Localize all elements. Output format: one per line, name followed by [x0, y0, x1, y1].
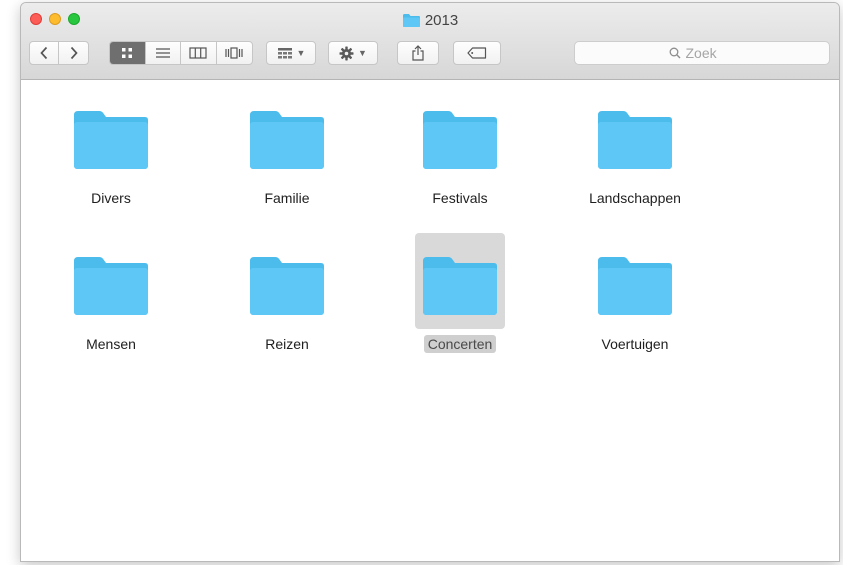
folder-icon — [74, 111, 148, 169]
folder-label: Concerten — [423, 335, 497, 353]
coverflow-view-button[interactable] — [217, 42, 252, 64]
folder-label: Mensen — [86, 336, 136, 352]
folder-label: Voertuigen — [601, 336, 669, 352]
toolbar: ▼ ▼ — [21, 39, 839, 69]
action-button[interactable]: ▼ — [328, 41, 378, 65]
icon-view-button[interactable] — [110, 42, 146, 64]
folder-item-selected[interactable]: Concerten — [385, 233, 535, 353]
folder-item[interactable]: Festivals — [385, 97, 535, 207]
folder-icon — [74, 257, 148, 315]
gear-icon — [339, 46, 354, 60]
tag-icon — [467, 47, 487, 59]
share-icon — [412, 45, 424, 61]
folder-icon — [250, 257, 324, 315]
folder-item[interactable]: Reizen — [212, 243, 362, 353]
chevron-left-icon — [40, 46, 48, 60]
folder-icon — [598, 111, 672, 169]
chevron-down-icon: ▼ — [358, 48, 367, 58]
list-icon — [155, 48, 170, 58]
navigation-buttons — [29, 41, 89, 65]
folder-icon — [423, 257, 497, 315]
folder-icon — [250, 111, 324, 169]
window-title: 2013 — [21, 12, 839, 29]
search-icon — [669, 47, 680, 59]
tags-button[interactable] — [453, 41, 501, 65]
folder-icon-container — [415, 97, 505, 183]
titlebar: 2013 ▼ ▼ Zoek — [21, 3, 839, 80]
folder-icon-container — [590, 97, 680, 183]
folder-label: Landschappen — [589, 190, 681, 206]
folder-label: Festivals — [432, 190, 488, 206]
window-title-text: 2013 — [424, 12, 459, 29]
forward-button[interactable] — [59, 42, 88, 64]
folder-icon — [423, 111, 497, 169]
folder-label: Divers — [91, 190, 131, 206]
search-input[interactable] — [685, 45, 736, 61]
folder-icon-container — [242, 243, 332, 329]
folder-item[interactable]: Landschappen — [560, 97, 710, 207]
view-mode-control — [109, 41, 253, 65]
folder-icon-container — [590, 243, 680, 329]
coverflow-icon — [225, 47, 243, 59]
arrange-button[interactable]: ▼ — [266, 41, 316, 65]
folder-icon-container — [66, 97, 156, 183]
chevron-right-icon — [70, 46, 78, 60]
folder-item[interactable]: Familie — [212, 97, 362, 207]
grid-icon — [122, 48, 133, 58]
list-view-button[interactable] — [146, 42, 181, 64]
folder-item[interactable]: Divers — [36, 97, 186, 207]
folder-grid: Divers Familie Festivals Landschappen Me… — [21, 80, 839, 561]
finder-window: 2013 ▼ ▼ Zoek Divers Familie Festivals L… — [20, 2, 840, 562]
column-view-button[interactable] — [181, 42, 217, 64]
back-button[interactable] — [30, 42, 60, 64]
folder-icon — [598, 257, 672, 315]
search-field[interactable] — [574, 41, 830, 65]
chevron-down-icon: ▼ — [296, 48, 306, 58]
arrange-icon — [277, 48, 292, 59]
folder-icon-container — [66, 243, 156, 329]
folder-icon-container — [415, 233, 505, 329]
folder-item[interactable]: Mensen — [36, 243, 186, 353]
folder-item[interactable]: Voertuigen — [560, 243, 710, 353]
folder-icon — [402, 14, 420, 27]
folder-icon-container — [242, 97, 332, 183]
folder-label: Familie — [264, 190, 310, 206]
share-button[interactable] — [397, 41, 439, 65]
folder-label: Reizen — [265, 336, 309, 352]
columns-icon — [189, 47, 207, 59]
